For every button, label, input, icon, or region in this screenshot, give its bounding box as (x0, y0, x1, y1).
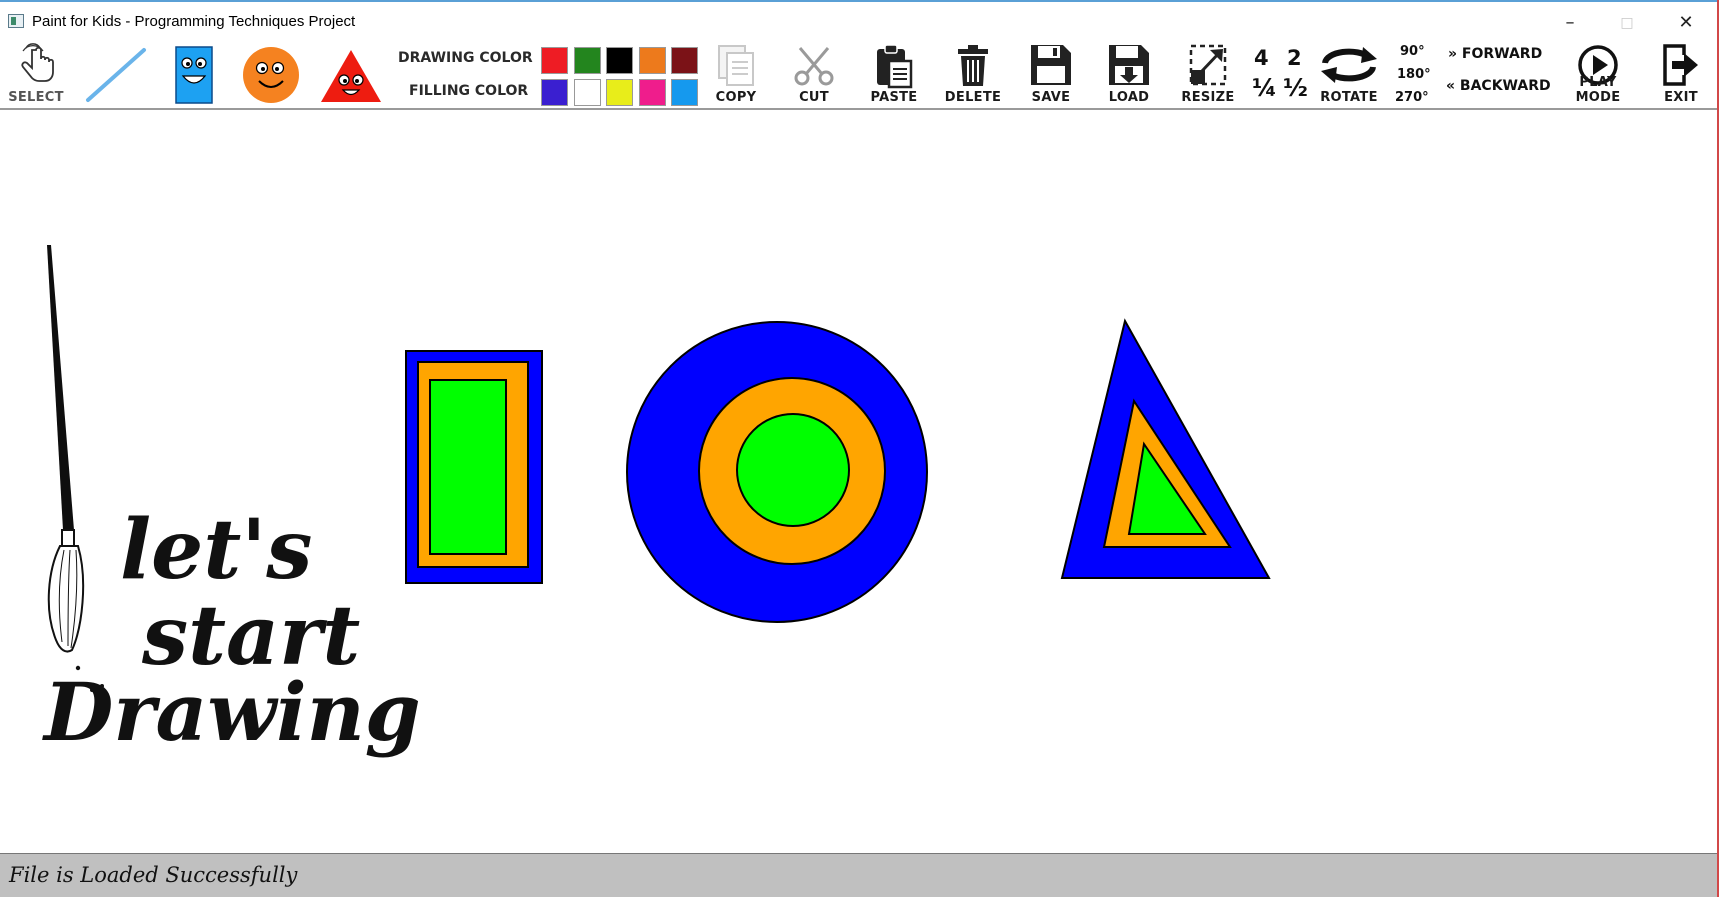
rectangle-tool[interactable] (168, 40, 220, 108)
swatch-maroon[interactable] (671, 47, 698, 74)
swatch-white[interactable] (574, 79, 601, 106)
trash-icon (958, 45, 988, 86)
rotate-button[interactable]: ROTATE (1314, 40, 1384, 108)
swatch-pink[interactable] (639, 79, 666, 106)
triangle-face-icon (321, 50, 381, 102)
rotate-label: ROTATE (1320, 90, 1378, 105)
resize-icon (1189, 44, 1227, 86)
copy-label: COPY (715, 90, 757, 105)
play-mode-button[interactable]: PLAY MODE (1560, 40, 1636, 108)
load-label: LOAD (1108, 90, 1150, 105)
rotate-icon (1321, 47, 1377, 83)
backward-button[interactable]: « BACKWARD (1446, 78, 1551, 94)
slogan-line-3: Drawing (44, 665, 421, 759)
rectangle-face-icon (175, 46, 213, 104)
minimize-button[interactable]: – (1547, 8, 1593, 38)
circle-shape[interactable] (626, 321, 928, 623)
swatch-blue[interactable] (541, 79, 568, 106)
exit-label: EXIT (1664, 90, 1698, 105)
swatch-light-blue[interactable] (671, 79, 698, 106)
forward-button[interactable]: » FORWARD (1448, 46, 1542, 62)
status-bar: File is Loaded Successfully (0, 853, 1719, 897)
circle-tool[interactable] (238, 40, 304, 108)
factor-2-button[interactable]: 2 (1287, 46, 1302, 70)
angle-90-button[interactable]: 90° (1400, 44, 1425, 59)
status-message: File is Loaded Successfully (9, 863, 298, 887)
toolbar: SELECT DRAWING COLOR FILLING COLOR COPY … (0, 40, 1719, 110)
angle-270-button[interactable]: 270° (1395, 90, 1429, 105)
copy-button[interactable]: COPY (706, 40, 766, 108)
circle-face-icon (243, 47, 299, 103)
resize-label: RESIZE (1181, 90, 1235, 105)
drawing-color-label: DRAWING COLOR (398, 50, 533, 66)
hand-pointer-icon (21, 43, 54, 82)
rotate-angle-selector: 90° 180° 270° (1390, 40, 1440, 108)
floppy-disk-icon (1031, 45, 1071, 85)
swatch-black[interactable] (606, 47, 633, 74)
angle-180-button[interactable]: 180° (1397, 67, 1431, 82)
copy-icon (718, 45, 754, 86)
maximize-button[interactable]: □ (1604, 8, 1650, 38)
load-button[interactable]: LOAD (1098, 40, 1160, 108)
triangle-shape[interactable] (1060, 318, 1271, 579)
filling-color-label: FILLING COLOR (409, 83, 529, 99)
line-tool[interactable] (80, 40, 150, 108)
slogan-line-1: let's (120, 502, 313, 598)
paintbrush-icon (47, 245, 104, 692)
swatch-yellow[interactable] (606, 79, 633, 106)
resize-button[interactable]: RESIZE (1176, 40, 1240, 108)
paste-button[interactable]: PASTE (862, 40, 926, 108)
drawing-canvas[interactable]: let's start Drawing (0, 110, 1719, 853)
swatch-red[interactable] (541, 47, 568, 74)
delete-button[interactable]: DELETE (940, 40, 1006, 108)
exit-button[interactable]: EXIT (1650, 40, 1712, 108)
exit-icon (1663, 44, 1698, 86)
title-bar: Paint for Kids - Programming Techniques … (0, 0, 1719, 40)
clipboard-icon (877, 44, 913, 89)
save-label: SAVE (1031, 90, 1071, 105)
select-tool[interactable]: SELECT (6, 40, 66, 108)
close-button[interactable]: ✕ (1663, 8, 1709, 38)
line-icon (86, 48, 146, 102)
factor-quarter-button[interactable]: ¼ (1252, 74, 1277, 102)
swatch-orange[interactable] (639, 47, 666, 74)
scissors-icon (794, 47, 834, 86)
window-title: Paint for Kids - Programming Techniques … (32, 13, 356, 30)
cut-button[interactable]: CUT (784, 40, 844, 108)
load-disk-icon (1109, 45, 1149, 85)
play-mode-label: PLAY MODE (1575, 75, 1621, 105)
factor-4-button[interactable]: 4 (1254, 46, 1269, 70)
paste-label: PASTE (870, 90, 918, 105)
app-icon (8, 14, 24, 28)
resize-factor-selector: 4 2 ¼ ½ (1248, 40, 1312, 108)
delete-label: DELETE (944, 90, 1002, 105)
select-label: SELECT (8, 90, 64, 105)
triangle-tool[interactable] (316, 40, 386, 108)
factor-half-button[interactable]: ½ (1283, 74, 1308, 102)
save-button[interactable]: SAVE (1020, 40, 1082, 108)
order-controls: » FORWARD « BACKWARD (1444, 40, 1556, 108)
rectangle-shape[interactable] (405, 350, 543, 584)
swatch-green[interactable] (574, 47, 601, 74)
cut-label: CUT (799, 90, 829, 105)
